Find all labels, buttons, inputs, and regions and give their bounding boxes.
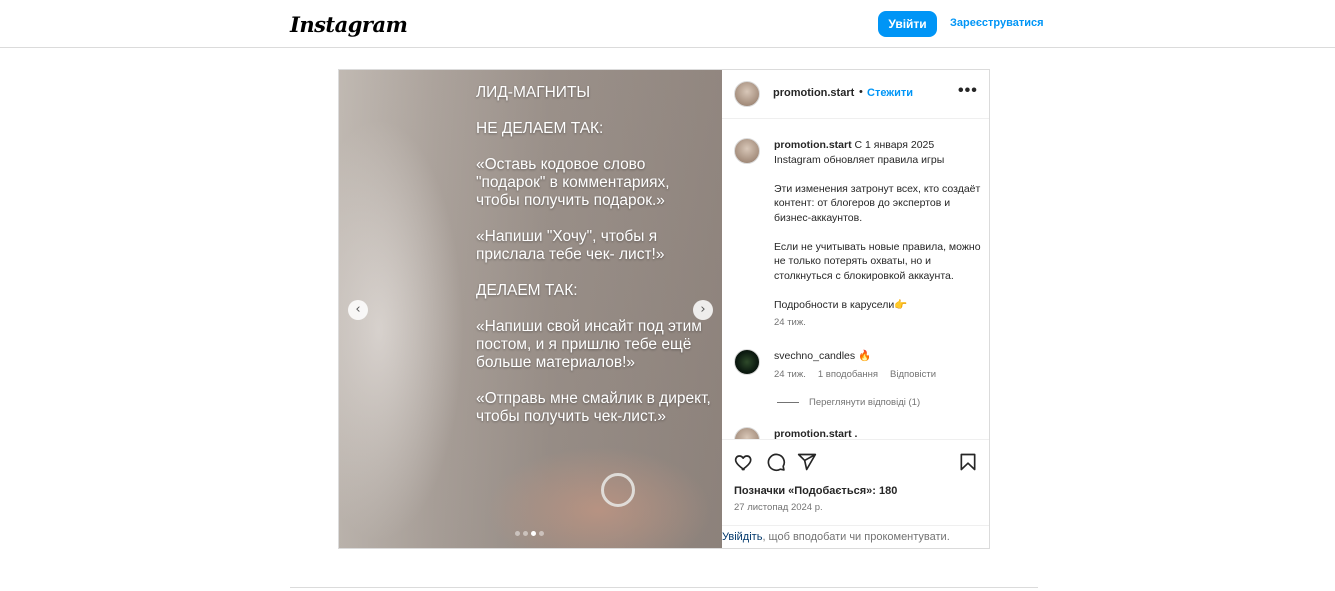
comment: svechno_candles 🔥 (774, 349, 871, 362)
avatar[interactable] (734, 427, 760, 439)
comment-username[interactable]: promotion.start (774, 428, 852, 439)
post-caption: promotion.start С 1 января 2025 Instagra… (774, 138, 984, 312)
caption-text: Если не учитывать новые правила, можно н… (774, 240, 981, 282)
carousel-dots (515, 531, 544, 536)
caption-text: Подробности в карусели👉 (774, 298, 908, 311)
post-date[interactable]: 27 листопад 2024 р. (734, 502, 823, 513)
top-bar: Instagram Увійти Зареєструватися (0, 0, 1335, 48)
view-replies-label: Переглянути відповіді (1) (809, 397, 921, 408)
slide-line: ДЕЛАЕМ ТАК: (476, 282, 578, 299)
post-header: promotion.start • Стежити ••• (722, 70, 989, 119)
login-prompt: Увійдіть, щоб вподобати чи прокоментуват… (722, 525, 989, 549)
replies-line (777, 402, 799, 403)
signup-link[interactable]: Зареєструватися (950, 17, 1044, 29)
comment-text: 🔥 (855, 350, 872, 362)
slide-line: «Отправь мне смайлик в директ, чтобы пол… (476, 390, 711, 425)
ring-decoration (601, 473, 635, 507)
avatar[interactable] (734, 138, 760, 164)
comment-time[interactable]: 24 тиж. (774, 369, 806, 380)
heart-icon[interactable] (734, 452, 754, 472)
slide-line: «Оставь кодовое слово "подарок" в коммен… (476, 156, 670, 209)
follow-button[interactable]: Стежити (867, 87, 913, 99)
caption-text: Эти изменения затронут всех, кто создаёт… (774, 182, 981, 224)
comment: promotion.start . (774, 428, 857, 439)
caption-text: С 1 января 2025 (851, 139, 935, 151)
slide-line: ЛИД-МАГНИТЫ (476, 84, 591, 101)
comments-section[interactable]: promotion.start С 1 января 2025 Instagra… (722, 120, 989, 439)
instagram-logo[interactable]: Instagram (290, 12, 408, 37)
chevron-right-icon[interactable]: › (693, 300, 713, 320)
bookmark-icon[interactable] (958, 452, 978, 472)
carousel-dot-active (531, 531, 536, 536)
login-button[interactable]: Увійти (878, 11, 937, 37)
comment-text: . (851, 428, 858, 439)
avatar[interactable] (734, 81, 760, 107)
post-actions: Позначки «Подобається»: 180 27 листопад … (722, 439, 989, 525)
carousel-dot (523, 531, 528, 536)
post-side-panel: promotion.start • Стежити ••• promotion.… (722, 70, 989, 548)
caption-time[interactable]: 24 тиж. (774, 317, 806, 328)
carousel-dot (539, 531, 544, 536)
caption-username[interactable]: promotion.start (774, 139, 852, 151)
footer-divider (290, 587, 1038, 588)
comment-meta: 24 тиж. 1 вподобання Відповісти (774, 369, 936, 380)
slide-text: ЛИД-МАГНИТЫ НЕ ДЕЛАЕМ ТАК: «Оставь кодов… (476, 84, 716, 444)
comment-likes[interactable]: 1 вподобання (818, 369, 878, 380)
login-prompt-text: , щоб вподобати чи прокоментувати. (762, 531, 950, 543)
slide-line: «Напиши свой инсайт под этим постом, и я… (476, 318, 702, 371)
view-replies-button[interactable]: Переглянути відповіді (1) (777, 397, 920, 408)
avatar[interactable] (734, 349, 760, 375)
chevron-left-icon[interactable]: ‹ (348, 300, 368, 320)
likes-count[interactable]: Позначки «Подобається»: 180 (734, 485, 897, 497)
slide-line: «Напиши "Хочу", чтобы я прислала тебе че… (476, 228, 665, 263)
carousel-media[interactable]: ЛИД-МАГНИТЫ НЕ ДЕЛАЕМ ТАК: «Оставь кодов… (339, 70, 722, 548)
caption-text: Instagram обновляет правила игры (774, 153, 945, 166)
reply-button[interactable]: Відповісти (890, 369, 936, 380)
login-link[interactable]: Увійдіть (722, 531, 762, 543)
slide-line: НЕ ДЕЛАЕМ ТАК: (476, 120, 604, 137)
author-username[interactable]: promotion.start (773, 87, 854, 99)
more-horizontal-icon[interactable]: ••• (958, 82, 978, 100)
comment-icon[interactable] (766, 452, 786, 472)
separator-dot: • (859, 86, 863, 98)
share-icon[interactable] (797, 452, 817, 472)
comment-username[interactable]: svechno_candles (774, 350, 855, 362)
post-card: ЛИД-МАГНИТЫ НЕ ДЕЛАЕМ ТАК: «Оставь кодов… (338, 69, 990, 549)
carousel-dot (515, 531, 520, 536)
